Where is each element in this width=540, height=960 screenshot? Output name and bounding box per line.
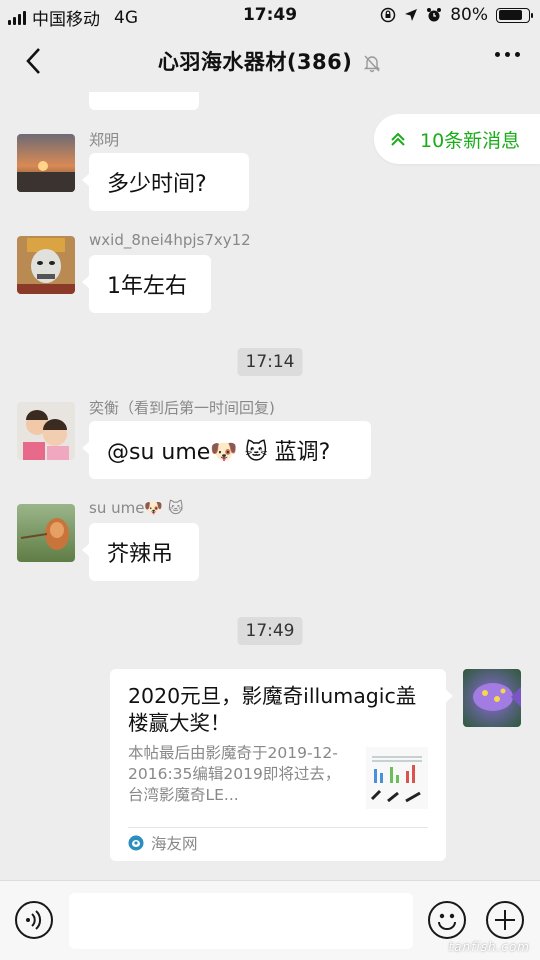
sender-name: wxid_8nei4hpjs7xy12: [89, 231, 251, 249]
chat-title: 心羽海水器材(386): [0, 46, 540, 76]
link-card-source-name: 海友网: [151, 835, 198, 853]
sender-name: su ume🐶 🐱: [89, 499, 184, 517]
chat-header: 心羽海水器材(386): [0, 30, 540, 92]
group-name: 心羽海水器材(386): [157, 50, 353, 74]
avatar[interactable]: [17, 504, 75, 562]
link-card[interactable]: 2020元旦，影魔奇illumagic盖楼赢大奖！ 本帖最后由影魔奇于2019-…: [110, 669, 453, 861]
message-text: @su ume🐶 🐱 蓝调?: [107, 440, 331, 465]
my-avatar[interactable]: [463, 669, 521, 727]
voice-button[interactable]: [15, 901, 53, 939]
avatar[interactable]: [17, 402, 75, 460]
avatar[interactable]: [17, 134, 75, 192]
battery-icon: [496, 7, 533, 23]
message-bubble[interactable]: @su ume🐶 🐱 蓝调?: [82, 421, 371, 479]
message-input[interactable]: [69, 893, 413, 949]
link-card-title: 2020元旦，影魔奇illumagic盖楼赢大奖！: [128, 684, 417, 735]
source-logo-icon: [128, 835, 144, 851]
message-bubble[interactable]: 1年左右: [82, 255, 211, 313]
message-text: 芥辣吊: [107, 542, 174, 567]
link-card-divider: [128, 827, 428, 828]
status-bar: 中国移动 4G 17:49 80%: [0, 0, 540, 30]
more-button[interactable]: [495, 52, 520, 57]
message-bubble[interactable]: 多少时间?: [82, 153, 249, 211]
partial-message-bubble[interactable]: [89, 92, 199, 110]
timestamp: 17:49: [237, 617, 303, 645]
timestamp: 17:14: [237, 348, 303, 376]
sender-name: 奕衡（看到后第一时间回复): [89, 399, 275, 417]
emoji-button[interactable]: [428, 901, 466, 939]
message-list[interactable]: 10条新消息 郑明 多少时间? wxid_8nei4hpjs7xy12 1年左右…: [0, 92, 540, 880]
smiley-icon: [438, 913, 456, 930]
mute-bell-icon: [363, 55, 381, 73]
link-card-thumbnail: [366, 747, 428, 809]
more-dots-icon: [495, 52, 500, 57]
new-messages-button[interactable]: 10条新消息: [374, 114, 540, 164]
message-bubble[interactable]: 芥辣吊: [82, 523, 199, 581]
link-card-description: 本帖最后由影魔奇于2019-12-2016:35编辑2019即将过去，台湾影魔奇…: [128, 744, 341, 804]
plus-button[interactable]: [486, 901, 524, 939]
message-text: 多少时间?: [107, 172, 207, 197]
rotation-lock-icon: [380, 7, 396, 23]
link-card-source: 海友网: [128, 832, 198, 854]
alarm-icon: [427, 8, 442, 22]
new-messages-label: 10条新消息: [420, 129, 521, 152]
voice-wave-icon: [26, 910, 42, 930]
avatar[interactable]: [17, 236, 75, 294]
double-chevron-up-icon: [391, 132, 405, 146]
message-text: 1年左右: [107, 274, 187, 299]
battery-percent: 80%: [450, 5, 488, 25]
location-arrow-icon: [405, 9, 418, 21]
sender-name: 郑明: [89, 131, 120, 149]
watermark: tanfish.com: [448, 940, 530, 954]
